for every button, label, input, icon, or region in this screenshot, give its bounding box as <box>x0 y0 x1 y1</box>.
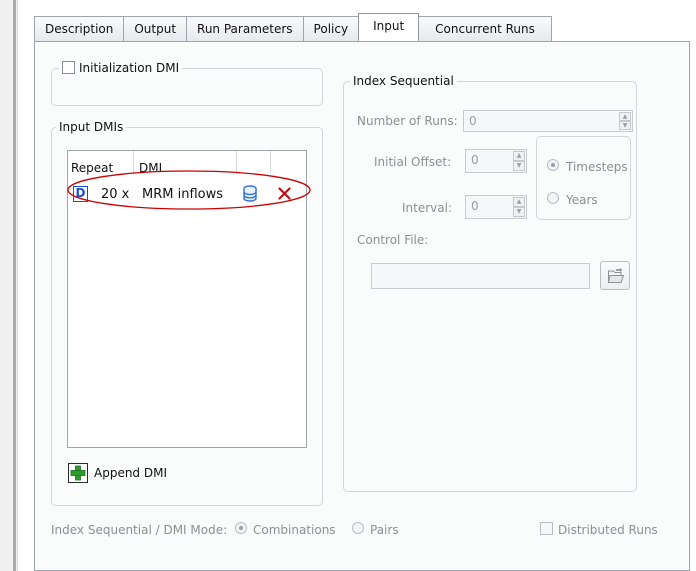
interval-value: 0 <box>471 199 479 213</box>
initial-offset-value: 0 <box>471 153 479 167</box>
initialization-dmi-checkbox[interactable] <box>62 61 75 74</box>
spin-up-icon[interactable]: ▲ <box>619 112 631 121</box>
spin-down-icon[interactable]: ▼ <box>619 121 631 130</box>
append-dmi-label[interactable]: Append DMI <box>94 466 167 480</box>
initial-offset-spinner[interactable]: 0 ▲ ▼ <box>465 149 527 173</box>
control-file-label: Control File: <box>357 233 429 247</box>
input-tab-panel: Initialization DMI Input DMIs Repeat DMI… <box>34 41 690 571</box>
initialization-dmi-label: Initialization DMI <box>79 61 180 75</box>
tab-bar: Description Output Run Parameters Policy… <box>34 13 552 42</box>
combinations-radio[interactable] <box>235 522 247 534</box>
plus-icon <box>70 465 86 481</box>
tab-input[interactable]: Input <box>358 13 420 40</box>
spin-down-icon[interactable]: ▼ <box>513 207 525 217</box>
distributed-runs-checkbox[interactable] <box>540 522 553 535</box>
browse-file-button[interactable] <box>600 261 630 290</box>
index-sequential-title: Index Sequential <box>350 74 457 88</box>
control-file-field[interactable] <box>371 263 590 289</box>
combinations-label: Combinations <box>253 523 336 537</box>
spin-buttons: ▲ ▼ <box>513 151 525 171</box>
number-of-runs-value: 0 <box>469 114 477 128</box>
initialization-dmi-legend: Initialization DMI <box>59 61 183 75</box>
append-dmi-button[interactable] <box>68 463 88 483</box>
tab-policy[interactable]: Policy <box>302 16 360 42</box>
number-of-runs-spinner[interactable]: 0 ▲ ▼ <box>463 110 633 132</box>
highlight-annotation-ellipse <box>67 170 311 210</box>
distributed-runs-label: Distributed Runs <box>558 523 658 537</box>
interval-spinner[interactable]: 0 ▲ ▼ <box>465 195 527 219</box>
interval-label: Interval: <box>402 201 452 215</box>
years-label: Years <box>566 193 598 207</box>
spin-up-icon[interactable]: ▲ <box>513 197 525 207</box>
mode-label: Index Sequential / DMI Mode: <box>51 523 228 537</box>
folder-open-icon <box>607 267 625 283</box>
tab-concurrent-runs[interactable]: Concurrent Runs <box>418 16 552 42</box>
initial-offset-label: Initial Offset: <box>374 155 452 169</box>
pairs-label: Pairs <box>370 523 399 537</box>
tab-output[interactable]: Output <box>123 16 188 42</box>
timesteps-label: Timesteps <box>566 160 628 174</box>
spin-up-icon[interactable]: ▲ <box>513 151 525 161</box>
timesteps-radio[interactable] <box>547 159 559 171</box>
tab-run-parameters[interactable]: Run Parameters <box>186 16 304 42</box>
tab-description[interactable]: Description <box>34 16 125 42</box>
input-dmis-title: Input DMIs <box>56 120 127 134</box>
years-radio[interactable] <box>547 192 559 204</box>
pairs-radio[interactable] <box>352 522 364 534</box>
spin-buttons: ▲ ▼ <box>619 112 631 130</box>
spin-down-icon[interactable]: ▼ <box>513 161 525 171</box>
time-unit-group <box>536 136 631 220</box>
number-of-runs-label: Number of Runs: <box>357 114 458 128</box>
left-splitter[interactable] <box>13 0 16 571</box>
spin-buttons: ▲ ▼ <box>513 197 525 217</box>
